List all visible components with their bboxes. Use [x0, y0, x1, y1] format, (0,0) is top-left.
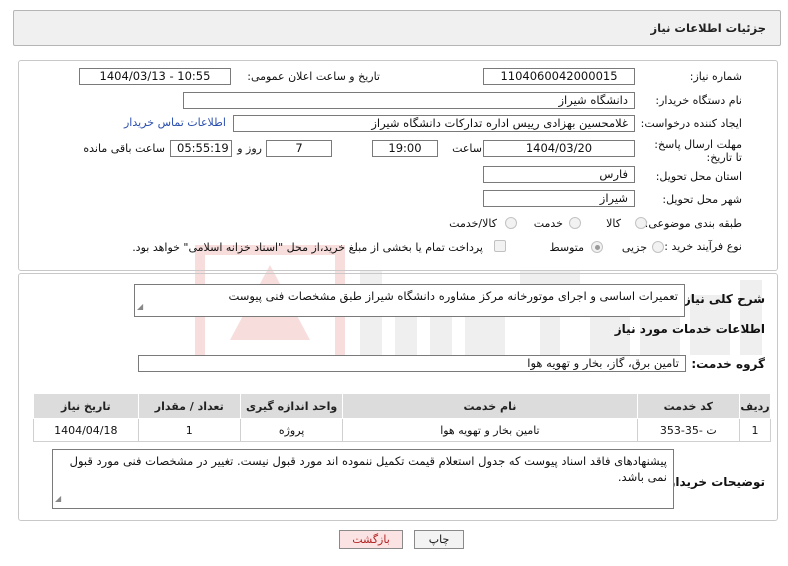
page-title: جزئیات اطلاعات نیاز — [650, 21, 766, 35]
services-table: ردیف کد خدمت نام خدمت واحد اندازه گیری ت… — [33, 393, 771, 442]
cell-service-name: تامین بخار و تهویه هوا — [342, 418, 638, 442]
treasury-payment-checkbox[interactable] — [494, 240, 506, 252]
process-option-medium: متوسط — [549, 241, 584, 254]
page-header: جزئیات اطلاعات نیاز — [13, 10, 781, 46]
need-number-label: شماره نیاز: — [689, 70, 742, 83]
col-header-service-name: نام خدمت — [342, 393, 638, 419]
remaining-time-field: 05:55:19 — [170, 140, 232, 157]
category-radio-goods-service[interactable] — [505, 217, 517, 229]
province-label: استان محل تحویل: — [655, 170, 742, 183]
resize-grip-icon[interactable]: ◢ — [55, 491, 61, 507]
category-option-goods-service: کالا/خدمت — [449, 217, 497, 230]
table-header-row: ردیف کد خدمت نام خدمت واحد اندازه گیری ت… — [33, 393, 771, 419]
deadline-time-field: 19:00 — [372, 140, 438, 157]
col-header-unit: واحد اندازه گیری — [239, 393, 344, 419]
deadline-date-field: 1404/03/20 — [483, 140, 635, 157]
category-option-goods: کالا — [606, 217, 621, 230]
cell-quantity: 1 — [137, 418, 241, 442]
days-remaining-field: 7 — [266, 140, 332, 157]
day-and-label: روز و — [237, 142, 262, 155]
hour-label: ساعت — [452, 142, 482, 155]
need-number-field: 1104060042000015 — [483, 68, 635, 85]
category-radio-goods[interactable] — [635, 217, 647, 229]
col-header-need-date: تاریخ نیاز — [33, 393, 139, 419]
buyer-notes-textarea: پیشنهادهای فاقد اسناد پیوست که جدول استع… — [52, 449, 674, 509]
need-summary-textarea: تعمیرات اساسی و اجرای موتورخانه مرکز مشا… — [134, 284, 685, 317]
service-group-label: گروه خدمت: — [691, 357, 765, 371]
announce-datetime-label: تاریخ و ساعت اعلان عمومی: — [247, 70, 380, 83]
city-label: شهر محل تحویل: — [662, 193, 742, 206]
cell-service-code: ت -35-353 — [636, 418, 741, 442]
col-header-quantity: تعداد / مقدار — [137, 393, 241, 419]
process-radio-medium[interactable] — [591, 241, 603, 253]
category-option-service: خدمت — [533, 217, 563, 230]
creator-field: غلامحسین بهزادی رییس اداره تدارکات دانشگ… — [233, 115, 635, 132]
buyer-org-label: نام دستگاه خریدار: — [655, 94, 742, 107]
table-row: 1 ت -35-353 تامین بخار و تهویه هوا پروژه… — [33, 418, 771, 442]
category-label: طبقه بندی موضوعی: — [644, 217, 742, 230]
col-header-row-number: ردیف — [739, 393, 771, 419]
service-group-field: تامین برق، گاز، بخار و تهویه هوا — [138, 355, 686, 372]
buyer-contact-link[interactable]: اطلاعات تماس خریدار — [124, 116, 226, 129]
creator-label: ایجاد کننده درخواست: — [640, 117, 742, 130]
cell-row-number: 1 — [739, 418, 771, 442]
buyer-notes-label: توضیحات خریدار: — [663, 475, 765, 489]
city-field: شیراز — [483, 190, 635, 207]
remaining-time-label: ساعت باقی مانده — [83, 142, 165, 155]
process-option-minor: جزیی — [621, 241, 647, 254]
print-button[interactable]: چاپ — [414, 530, 464, 549]
buyer-org-field: دانشگاه شیراز — [183, 92, 635, 109]
announce-datetime-field: 1404/03/13 - 10:55 — [79, 68, 231, 85]
resize-grip-icon[interactable]: ◢ — [137, 299, 143, 315]
process-type-label: نوع فرآیند خرید : — [664, 240, 742, 253]
cell-need-date: 1404/04/18 — [33, 418, 139, 442]
buyer-notes-text: پیشنهادهای فاقد اسناد پیوست که جدول استع… — [69, 454, 667, 484]
back-button[interactable]: بازگشت — [339, 530, 403, 549]
need-summary-label: شرح کلی نیاز: — [679, 292, 765, 306]
services-section-title: اطلاعات خدمات مورد نیاز — [614, 322, 765, 336]
cell-unit: پروژه — [239, 418, 344, 442]
province-field: فارس — [483, 166, 635, 183]
col-header-service-code: کد خدمت — [636, 393, 741, 419]
process-radio-minor[interactable] — [652, 241, 664, 253]
deadline-label: مهلت ارسال پاسخ: تا تاریخ: — [654, 138, 742, 164]
category-radio-service[interactable] — [569, 217, 581, 229]
treasury-payment-note: پرداخت تمام یا بخشی از مبلغ خرید،از محل … — [132, 241, 483, 254]
need-summary-text: تعمیرات اساسی و اجرای موتورخانه مرکز مشا… — [228, 289, 678, 303]
